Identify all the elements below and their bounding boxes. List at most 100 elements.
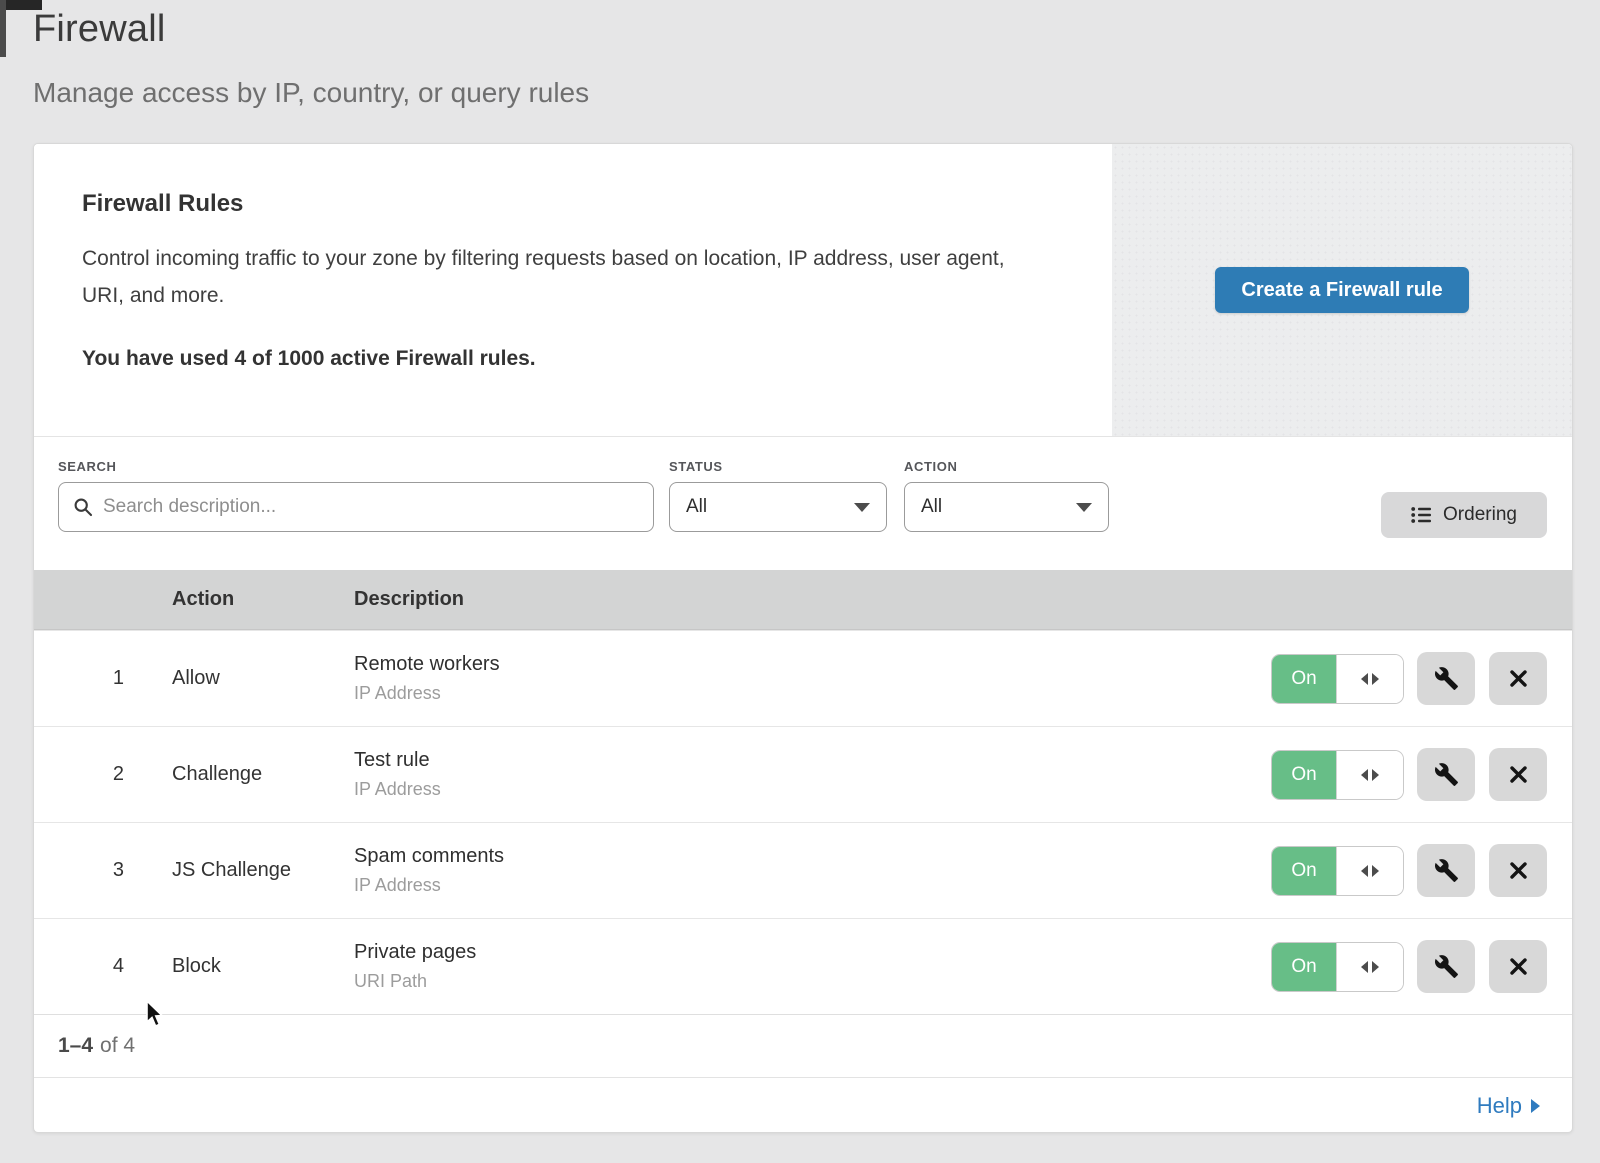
ordering-icon [1411,506,1432,524]
close-icon [1508,860,1529,881]
help-link[interactable]: Help [1477,1093,1540,1119]
rule-controls: On [1276,748,1572,801]
rule-enabled-toggle[interactable]: On [1272,943,1403,991]
table-row: 1 Allow Remote workers IP Address On [34,630,1572,726]
create-firewall-rule-button[interactable]: Create a Firewall rule [1215,267,1468,313]
section-heading: Firewall Rules [82,190,1052,218]
rule-description-cell: Spam comments IP Address [354,845,1276,896]
status-select[interactable]: All [669,482,887,532]
action-label: ACTION [904,459,1109,474]
rule-controls: On [1276,652,1572,705]
page-title: Firewall [33,8,589,51]
page-subtitle: Manage access by IP, country, or query r… [33,77,589,109]
rule-enabled-toggle[interactable]: On [1272,751,1403,799]
table-row: 4 Block Private pages URI Path On [34,918,1572,1014]
search-filter-group: SEARCH [58,459,654,532]
pagination: 1–4 of 4 [34,1014,1572,1077]
rule-field: IP Address [354,683,1276,704]
usage-summary: You have used 4 of 1000 active Firewall … [82,347,1052,371]
rule-field: URI Path [354,971,1276,992]
create-rule-pane: Create a Firewall rule [1112,144,1572,436]
delete-rule-button[interactable] [1489,748,1547,801]
toggle-on-label: On [1272,847,1336,895]
card-footer: Help [34,1077,1572,1133]
rule-enabled-toggle[interactable]: On [1272,655,1403,703]
rule-action: Block [124,955,354,978]
close-icon [1508,668,1529,689]
table-row: 3 JS Challenge Spam comments IP Address … [34,822,1572,918]
toggle-on-label: On [1272,655,1336,703]
search-icon [73,497,93,517]
status-selected-value: All [686,496,707,518]
wrench-icon [1434,954,1459,979]
rule-controls: On [1276,940,1572,993]
rule-action: Challenge [124,763,354,786]
rule-priority: 2 [34,763,124,786]
close-icon [1508,764,1529,785]
page-header: Firewall Manage access by IP, country, o… [33,8,589,109]
status-filter-group: STATUS All [669,459,887,532]
toggle-arrows-icon [1361,865,1368,877]
rule-description-cell: Remote workers IP Address [354,653,1276,704]
column-header-action: Action [124,588,354,611]
help-label: Help [1477,1093,1522,1119]
toggle-on-label: On [1272,751,1336,799]
toggle-handle [1336,751,1403,799]
toggle-arrows-icon [1361,769,1368,781]
filter-bar: SEARCH STATUS All ACTION All [34,437,1572,570]
rule-controls: On [1276,844,1572,897]
help-arrow-icon [1531,1099,1540,1113]
rule-action: JS Challenge [124,859,354,882]
window-edge-artifact-left [0,0,6,57]
toggle-arrows-icon [1372,673,1379,685]
toggle-handle [1336,943,1403,991]
wrench-icon [1434,762,1459,787]
rule-priority: 1 [34,667,124,690]
edit-rule-button[interactable] [1417,940,1475,993]
pagination-range: 1–4 [58,1034,93,1058]
action-selected-value: All [921,496,942,518]
ordering-button-label: Ordering [1443,504,1517,526]
edit-rule-button[interactable] [1417,748,1475,801]
intro-text-pane: Firewall Rules Control incoming traffic … [34,144,1112,436]
rule-priority: 4 [34,955,124,978]
rule-action: Allow [124,667,354,690]
section-description: Control incoming traffic to your zone by… [82,240,1027,314]
rule-field: IP Address [354,779,1276,800]
toggle-handle [1336,655,1403,703]
toggle-arrows-icon [1372,961,1379,973]
action-filter-group: ACTION All [904,459,1109,532]
edit-rule-button[interactable] [1417,844,1475,897]
toggle-handle [1336,847,1403,895]
toggle-arrows-icon [1372,865,1379,877]
status-label: STATUS [669,459,887,474]
rule-description-cell: Private pages URI Path [354,941,1276,992]
delete-rule-button[interactable] [1489,844,1547,897]
search-box[interactable] [58,482,654,532]
rule-description: Test rule [354,749,1276,772]
rule-enabled-toggle[interactable]: On [1272,847,1403,895]
intro-section: Firewall Rules Control incoming traffic … [34,144,1572,437]
delete-rule-button[interactable] [1489,940,1547,993]
action-select[interactable]: All [904,482,1109,532]
rule-description: Remote workers [354,653,1276,676]
search-input[interactable] [103,496,639,518]
search-label: SEARCH [58,459,654,474]
delete-rule-button[interactable] [1489,652,1547,705]
wrench-icon [1434,858,1459,883]
toggle-on-label: On [1272,943,1336,991]
edit-rule-button[interactable] [1417,652,1475,705]
rule-description: Spam comments [354,845,1276,868]
toggle-arrows-icon [1361,673,1368,685]
close-icon [1508,956,1529,977]
dropdown-arrow-icon [854,503,870,512]
table-header: Action Description [34,570,1572,630]
rule-description-cell: Test rule IP Address [354,749,1276,800]
rule-description: Private pages [354,941,1276,964]
wrench-icon [1434,666,1459,691]
ordering-button[interactable]: Ordering [1381,492,1547,538]
firewall-rules-card: Firewall Rules Control incoming traffic … [33,143,1573,1133]
rule-field: IP Address [354,875,1276,896]
table-row: 2 Challenge Test rule IP Address On [34,726,1572,822]
toggle-arrows-icon [1361,961,1368,973]
